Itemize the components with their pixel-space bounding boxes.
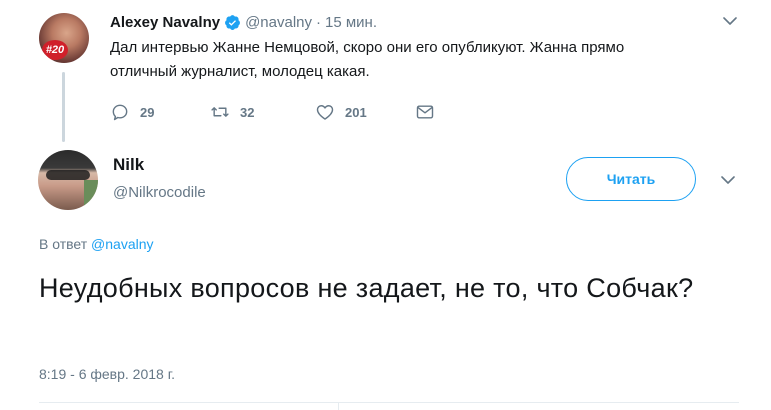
main-author-name[interactable]: Nilk: [113, 155, 144, 175]
thread-connector-line: [62, 72, 65, 142]
reply-button[interactable]: 29: [110, 102, 154, 122]
avatar-background: [84, 180, 98, 210]
retweet-button[interactable]: 32: [210, 102, 254, 122]
like-button[interactable]: 201: [315, 102, 367, 122]
main-tweet-date[interactable]: 8:19 - 6 февр. 2018 г.: [39, 366, 175, 382]
main-author-avatar[interactable]: [38, 150, 98, 210]
parent-tweet-header: Alexey Navalny @navalny · 15 мин.: [110, 11, 377, 33]
parent-author-avatar[interactable]: #20: [39, 13, 89, 63]
parent-tweet-text: Дал интервью Жанне Немцовой, скоро они е…: [110, 39, 625, 80]
like-heart-icon: [316, 105, 334, 120]
divider-tick: [338, 402, 339, 410]
divider: [39, 402, 739, 403]
parent-author-handle[interactable]: @navalny: [245, 14, 312, 31]
follow-button[interactable]: Читать: [566, 157, 696, 201]
avatar-badge: #20: [42, 40, 68, 60]
parent-author-name[interactable]: Alexey Navalny: [110, 14, 220, 31]
reply-icon: [112, 104, 128, 121]
parent-tweet-time[interactable]: 15 мин.: [325, 14, 377, 31]
chevron-down-icon[interactable]: [723, 17, 737, 26]
verified-badge-icon: [225, 14, 241, 30]
reply-count: 29: [140, 104, 155, 120]
like-count: 201: [345, 104, 367, 120]
main-author-handle[interactable]: @Nilkrocodile: [113, 184, 206, 201]
reply-to-handle-link[interactable]: @navalny: [91, 236, 153, 252]
reply-prefix: В ответ: [39, 236, 92, 252]
header-separator: ·: [316, 13, 322, 31]
main-tweet-text: Неудобных вопросов не задает, не то, что…: [39, 273, 694, 303]
avatar-glasses: [46, 170, 90, 180]
chevron-down-icon[interactable]: [721, 176, 735, 185]
retweet-icon: [211, 107, 229, 117]
direct-message-icon: [416, 105, 434, 119]
retweet-count: 32: [240, 104, 255, 120]
reply-context: В ответ @navalny: [39, 236, 154, 252]
parent-tweet[interactable]: #20 Alexey Navalny @navalny · 15 мин. Да…: [0, 0, 771, 150]
direct-message-button[interactable]: [415, 102, 435, 122]
